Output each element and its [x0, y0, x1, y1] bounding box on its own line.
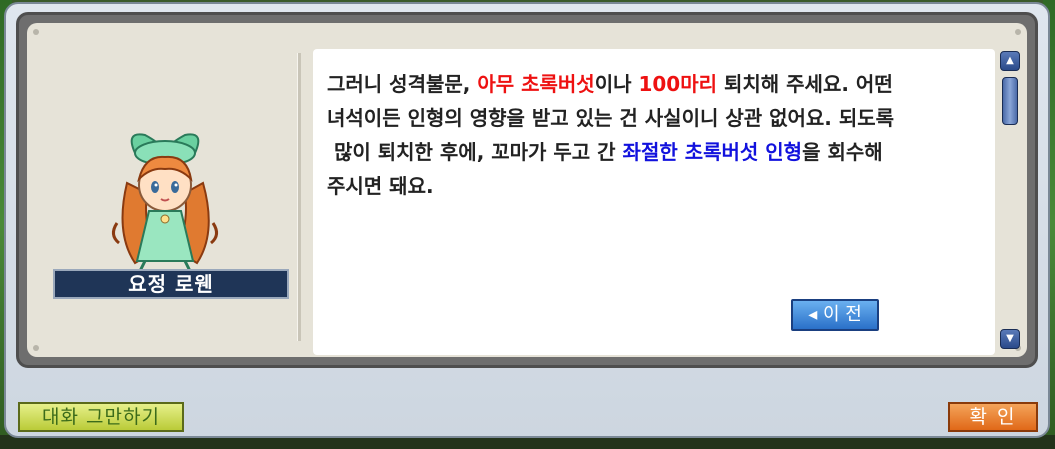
dialog-segment: 퇴치해 주세요. 어떤 — [717, 72, 893, 96]
dialog-segment: 이나 — [594, 72, 639, 96]
corner-decoration — [1015, 29, 1021, 35]
npc-dialog-window: 요정 로웬 그러니 성격불문, 아무 초록버섯이나 100마리 퇴치해 주세요.… — [4, 2, 1050, 438]
highlight-target-monster: 아무 초록버섯 — [477, 72, 595, 96]
dialog-panel: 요정 로웬 그러니 성격불문, 아무 초록버섯이나 100마리 퇴치해 주세요.… — [27, 23, 1027, 357]
dialog-segment: 을 회수해 — [802, 140, 883, 164]
scroll-down-icon[interactable]: ▼ — [1000, 329, 1020, 349]
npc-area: 요정 로웬 — [27, 23, 297, 357]
highlight-kill-count: 100마리 — [638, 72, 718, 96]
dialog-line-1: 그러니 성격불문, 아무 초록버섯이나 100마리 퇴치해 주세요. 어떤 — [327, 67, 977, 101]
highlight-quest-item: 좌절한 초록버섯 인형 — [622, 140, 803, 164]
dialog-line-2: 녀석이든 인형의 영향을 받고 있는 건 사실이니 상관 없어요. 되도록 — [327, 106, 895, 130]
dialog-line-4: 주시면 돼요. — [327, 174, 434, 198]
dialog-frame: 요정 로웬 그러니 성격불문, 아무 초록버섯이나 100마리 퇴치해 주세요.… — [16, 12, 1038, 368]
dialog-segment: 그러니 성격불문, — [327, 72, 478, 96]
npc-name-plate: 요정 로웬 — [53, 269, 289, 299]
prev-button[interactable]: ◂ 이 전 — [791, 299, 879, 331]
dialog-text: 그러니 성격불문, 아무 초록버섯이나 100마리 퇴치해 주세요. 어떤 녀석… — [327, 67, 977, 203]
npc-portrait — [112, 133, 218, 273]
dialog-text-box: 그러니 성격불문, 아무 초록버섯이나 100마리 퇴치해 주세요. 어떤 녀석… — [313, 49, 995, 355]
dialog-line-3: 많이 퇴치한 후에, 꼬마가 두고 간 좌절한 초록버섯 인형을 회수해 — [327, 135, 977, 169]
scroll-thumb[interactable] — [1002, 77, 1018, 125]
dialog-scrollbar[interactable]: ▲ ▼ — [999, 51, 1021, 351]
divider — [297, 53, 301, 341]
end-chat-button[interactable]: 대화 그만하기 — [18, 402, 184, 432]
dialog-segment: 많이 퇴치한 후에, 꼬마가 두고 간 — [327, 140, 623, 164]
ok-button[interactable]: 확 인 — [948, 402, 1038, 432]
scroll-up-icon[interactable]: ▲ — [1000, 51, 1020, 71]
